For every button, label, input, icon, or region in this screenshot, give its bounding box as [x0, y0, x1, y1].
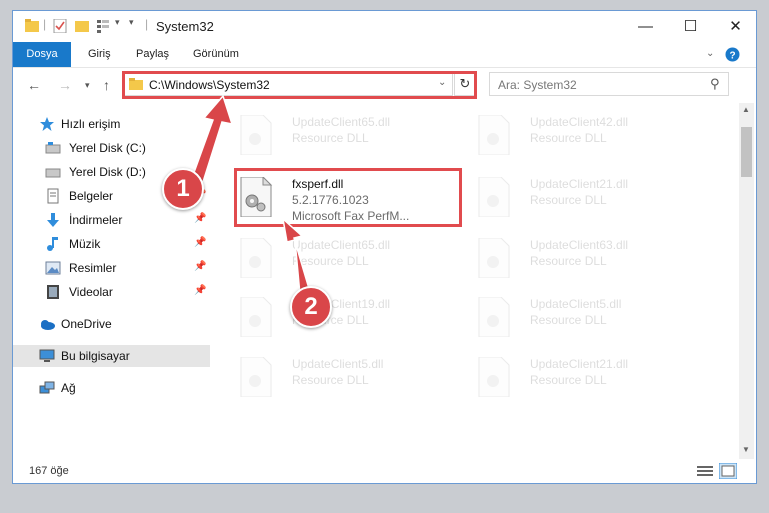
step-1-badge: 1 [162, 168, 204, 210]
arrow-2-icon [281, 217, 311, 296]
step-2-badge: 2 [290, 286, 332, 328]
arrow-1-icon [191, 94, 234, 183]
annotation-arrows [191, 94, 311, 296]
